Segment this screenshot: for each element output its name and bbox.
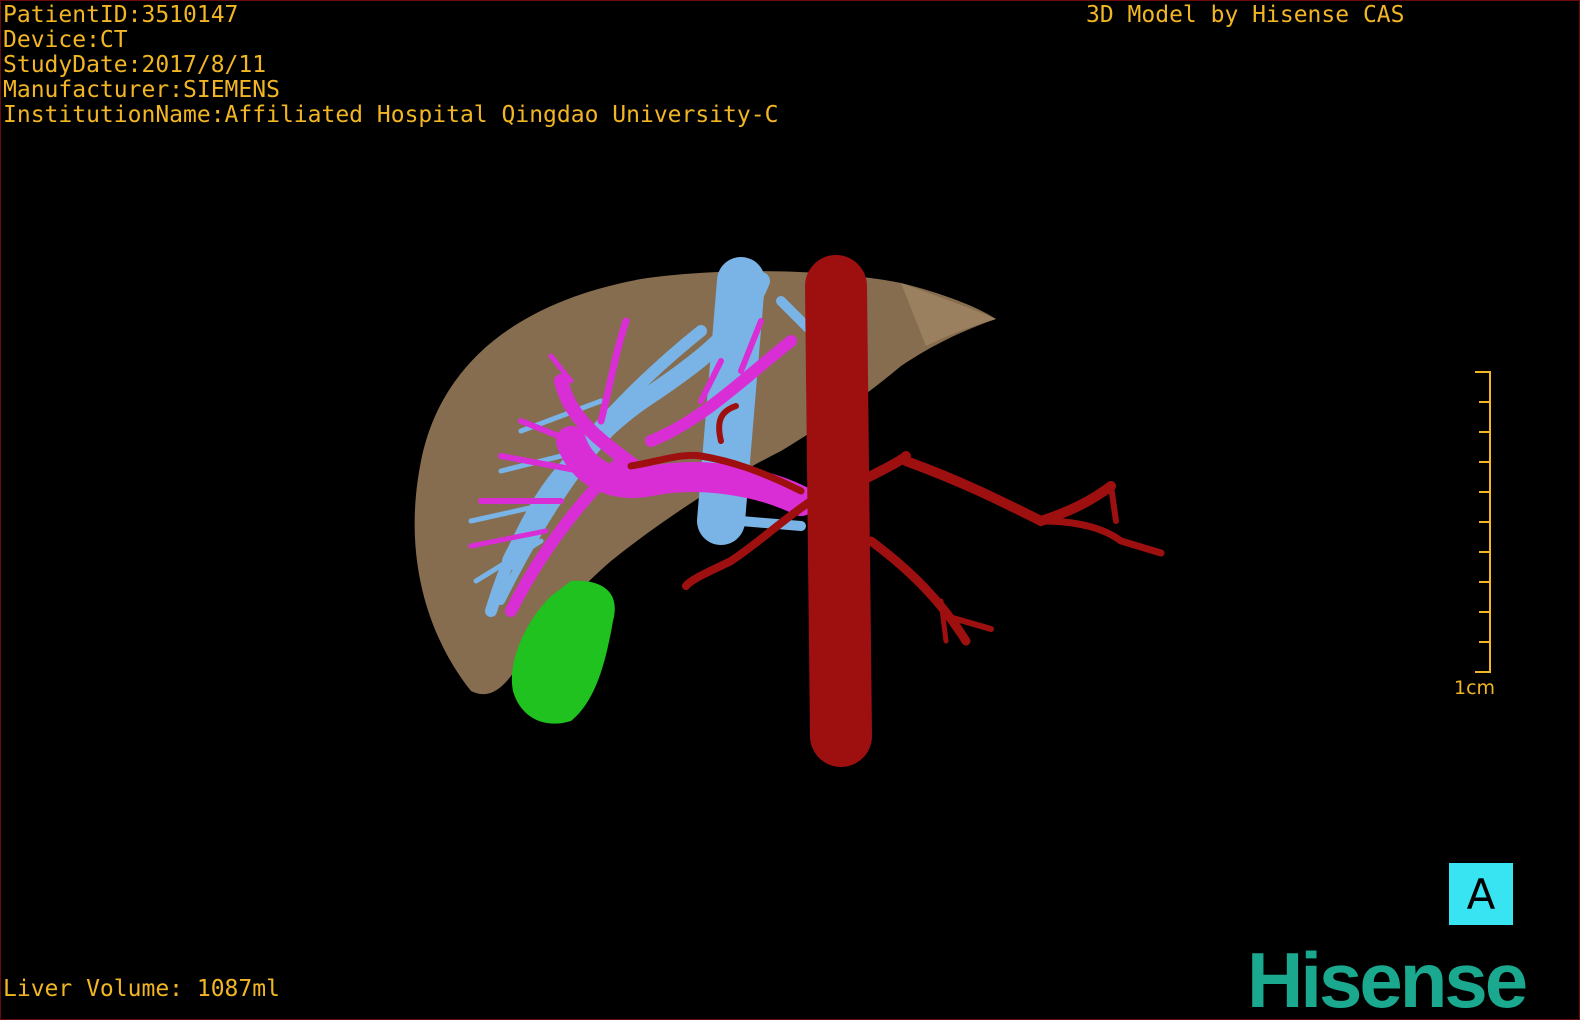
hisense-logo: Hisense <box>1247 936 1528 1020</box>
model-credit: 3D Model by Hisense CAS <box>1086 2 1405 28</box>
patient-id: PatientID:3510147 <box>3 2 239 28</box>
study-date: StudyDate:2017/8/11 <box>3 52 267 78</box>
institution-name: InstitutionName:Affiliated Hospital Qing… <box>3 102 779 128</box>
scale-ruler <box>1475 371 1491 673</box>
device: Device:CT <box>3 27 128 53</box>
manufacturer: Manufacturer:SIEMENS <box>3 77 280 103</box>
dicom-info-overlay: PatientID:3510147 Device:CT StudyDate:20… <box>3 3 778 128</box>
3d-viewport[interactable]: PatientID:3510147 Device:CT StudyDate:20… <box>0 0 1580 1020</box>
liver-3d-model[interactable] <box>1 1 1579 1019</box>
orientation-anterior-button[interactable]: A <box>1449 863 1513 925</box>
scale-label: 1cm <box>1454 677 1496 699</box>
liver-volume: Liver Volume: 1087ml <box>3 976 280 1002</box>
